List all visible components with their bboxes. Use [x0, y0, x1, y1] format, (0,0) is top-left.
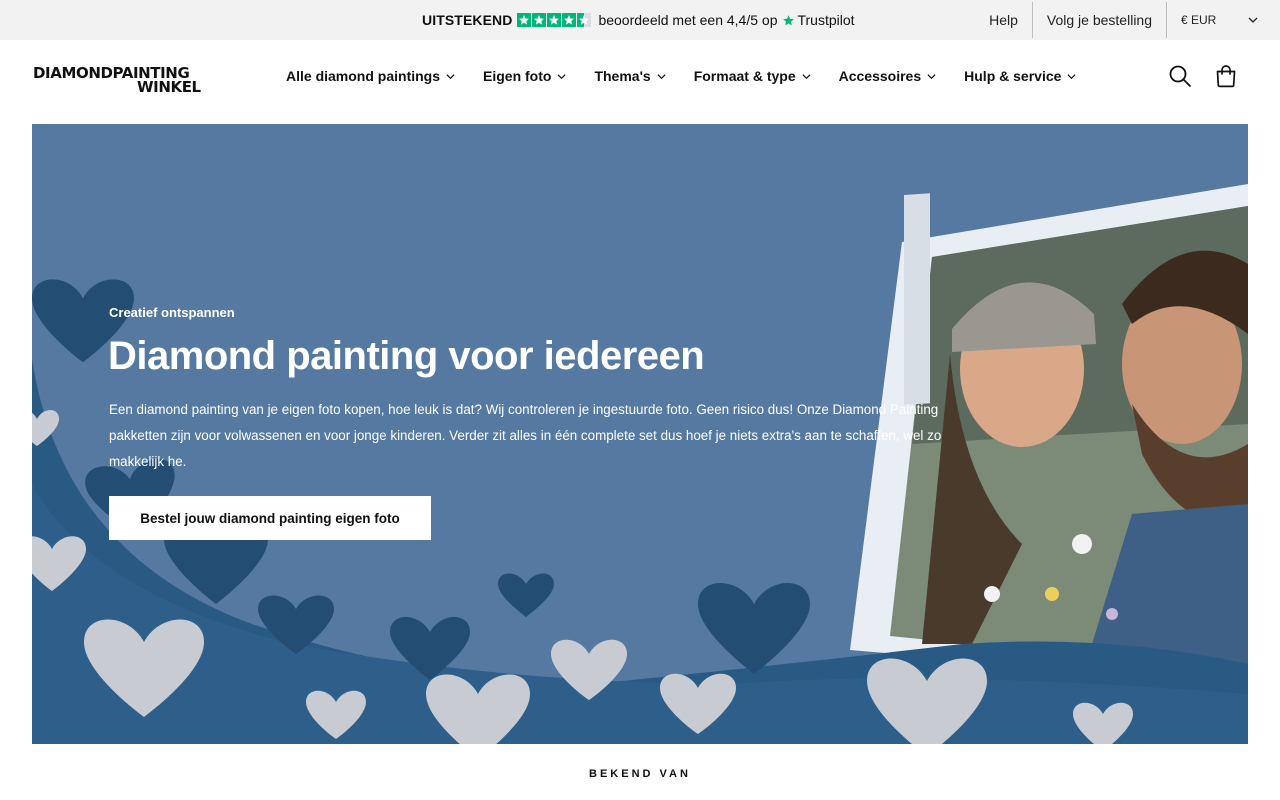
known-from-heading: BEKEND VAN — [589, 768, 691, 780]
hero-description: Een diamond painting van je eigen foto k… — [109, 402, 942, 469]
chevron-down-icon — [657, 73, 666, 79]
nav-item-label: Alle diamond paintings — [286, 68, 441, 84]
order-own-photo-button[interactable]: Bestel jouw diamond painting eigen foto — [109, 496, 431, 540]
trustpilot-brand: Trustpilot — [797, 12, 855, 28]
chevron-down-icon — [557, 73, 566, 79]
hero-title: Diamond painting voor iedereen — [108, 334, 705, 378]
nav-item-label: Hulp & service — [964, 68, 1062, 84]
nav-item-all-diamond-paintings[interactable]: Alle diamond paintings — [286, 68, 455, 84]
rating-word: UITSTEKEND — [422, 12, 513, 28]
track-order-link[interactable]: Volg je bestelling — [1033, 0, 1166, 40]
site-header: DIAMONDPAINTING WINKEL Alle diamond pain… — [0, 40, 1280, 124]
nav-item-label: Formaat & type — [693, 68, 796, 84]
main-nav: Alle diamond paintings Eigen foto Thema'… — [286, 40, 1104, 112]
site-logo[interactable]: DIAMONDPAINTING WINKEL — [33, 66, 201, 96]
top-links: Help Volg je bestelling € EUR — [975, 0, 1280, 40]
nav-item-format-type[interactable]: Formaat & type — [694, 68, 811, 84]
nav-item-label: Accessoires — [838, 68, 922, 84]
star-icon — [562, 13, 577, 27]
half-star-icon — [577, 13, 592, 27]
hero-eyebrow: Creatief ontspannen — [109, 305, 235, 320]
star-icon — [547, 13, 562, 27]
top-bar: UITSTEKEND beoordeeld met een 4,4/5 op T… — [0, 0, 1280, 40]
nav-item-own-photo[interactable]: Eigen foto — [483, 68, 566, 84]
trustpilot-logo: Trustpilot — [782, 12, 855, 28]
chevron-down-icon — [446, 73, 455, 79]
currency-value: € EUR — [1181, 13, 1217, 27]
rating-text: beoordeeld met een 4,4/5 op — [598, 12, 778, 28]
rating-stars — [517, 13, 592, 27]
logo-line-2: WINKEL — [137, 78, 201, 96]
currency-selector[interactable]: € EUR — [1167, 0, 1280, 40]
nav-item-themes[interactable]: Thema's — [594, 68, 666, 84]
star-icon — [532, 13, 547, 27]
chevron-down-icon — [802, 73, 811, 79]
chevron-down-icon — [927, 73, 936, 79]
nav-item-label: Eigen foto — [483, 68, 552, 84]
star-icon — [517, 13, 532, 27]
nav-item-label: Thema's — [594, 68, 651, 84]
chevron-down-icon — [1067, 73, 1076, 79]
shopping-bag-icon[interactable] — [1214, 64, 1238, 88]
nav-item-accessories[interactable]: Accessoires — [839, 68, 937, 84]
nav-item-help-service[interactable]: Hulp & service — [964, 68, 1076, 84]
chevron-down-icon — [1248, 17, 1258, 23]
search-icon[interactable] — [1168, 64, 1192, 88]
trustpilot-rating[interactable]: UITSTEKEND beoordeeld met een 4,4/5 op T… — [422, 0, 855, 40]
trustpilot-star-icon — [783, 14, 795, 25]
hero-banner: Creatief ontspannen Diamond painting voo… — [32, 124, 1248, 744]
help-link[interactable]: Help — [975, 0, 1032, 40]
